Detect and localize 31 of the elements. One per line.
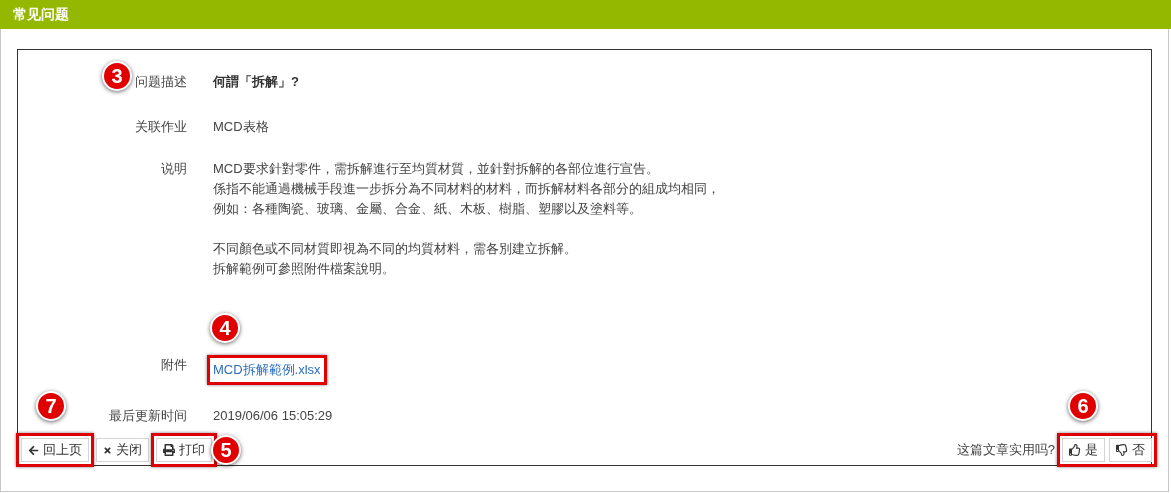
header-title: 常见问题 bbox=[13, 5, 69, 24]
feedback-question: 这篇文章实用吗? bbox=[956, 441, 1055, 460]
description-line: 例如：各種陶瓷、玻璃、金屬、合金、紙、木板、樹脂、塑膠以及塗料等。 bbox=[213, 200, 643, 218]
description-line: 不同顏色或不同材質即視為不同的均質材料，需各別建立拆解。 bbox=[213, 240, 578, 258]
field-value: MCD表格 bbox=[213, 118, 269, 134]
field-value: 2019/06/06 15:05:29 bbox=[213, 407, 333, 423]
callout-badge: 7 bbox=[36, 391, 66, 421]
callout-badge: 3 bbox=[102, 61, 132, 91]
back-button[interactable]: 回上页 bbox=[21, 438, 89, 462]
description-line: MCD要求針對零件，需拆解進行至均質材質，並針對拆解的各部位進行宣告。 bbox=[213, 160, 660, 178]
close-icon bbox=[103, 445, 112, 455]
field-label: 问题描述 bbox=[135, 73, 187, 91]
description-line: 係指不能通過機械手段進一步拆分為不同材料的材料，而拆解材料各部分的組成均相同， bbox=[213, 180, 720, 198]
thumbs-down-icon bbox=[1116, 444, 1128, 456]
printer-icon bbox=[163, 444, 175, 456]
callout-badge: 4 bbox=[210, 313, 240, 343]
field-label: 附件 bbox=[161, 356, 187, 374]
left-arrow-icon bbox=[28, 444, 39, 456]
field-label: 关联作业 bbox=[135, 117, 187, 136]
field-label: 说明 bbox=[161, 160, 187, 178]
callout-badge: 5 bbox=[211, 435, 241, 465]
callout-badge: 6 bbox=[1068, 391, 1098, 421]
attachment-link[interactable]: MCD拆解範例.xlsx bbox=[212, 362, 322, 377]
close-button[interactable]: 关闭 bbox=[96, 438, 149, 462]
field-label: 最后更新时间 bbox=[109, 406, 187, 425]
no-button[interactable]: 否 bbox=[1109, 438, 1152, 462]
yes-button[interactable]: 是 bbox=[1062, 438, 1105, 462]
print-button[interactable]: 打印 bbox=[156, 438, 212, 462]
description-line: 拆解範例可參照附件檔案說明。 bbox=[213, 260, 396, 278]
question-text: 何謂「拆解」? bbox=[213, 74, 299, 89]
thumbs-up-icon bbox=[1069, 444, 1081, 456]
